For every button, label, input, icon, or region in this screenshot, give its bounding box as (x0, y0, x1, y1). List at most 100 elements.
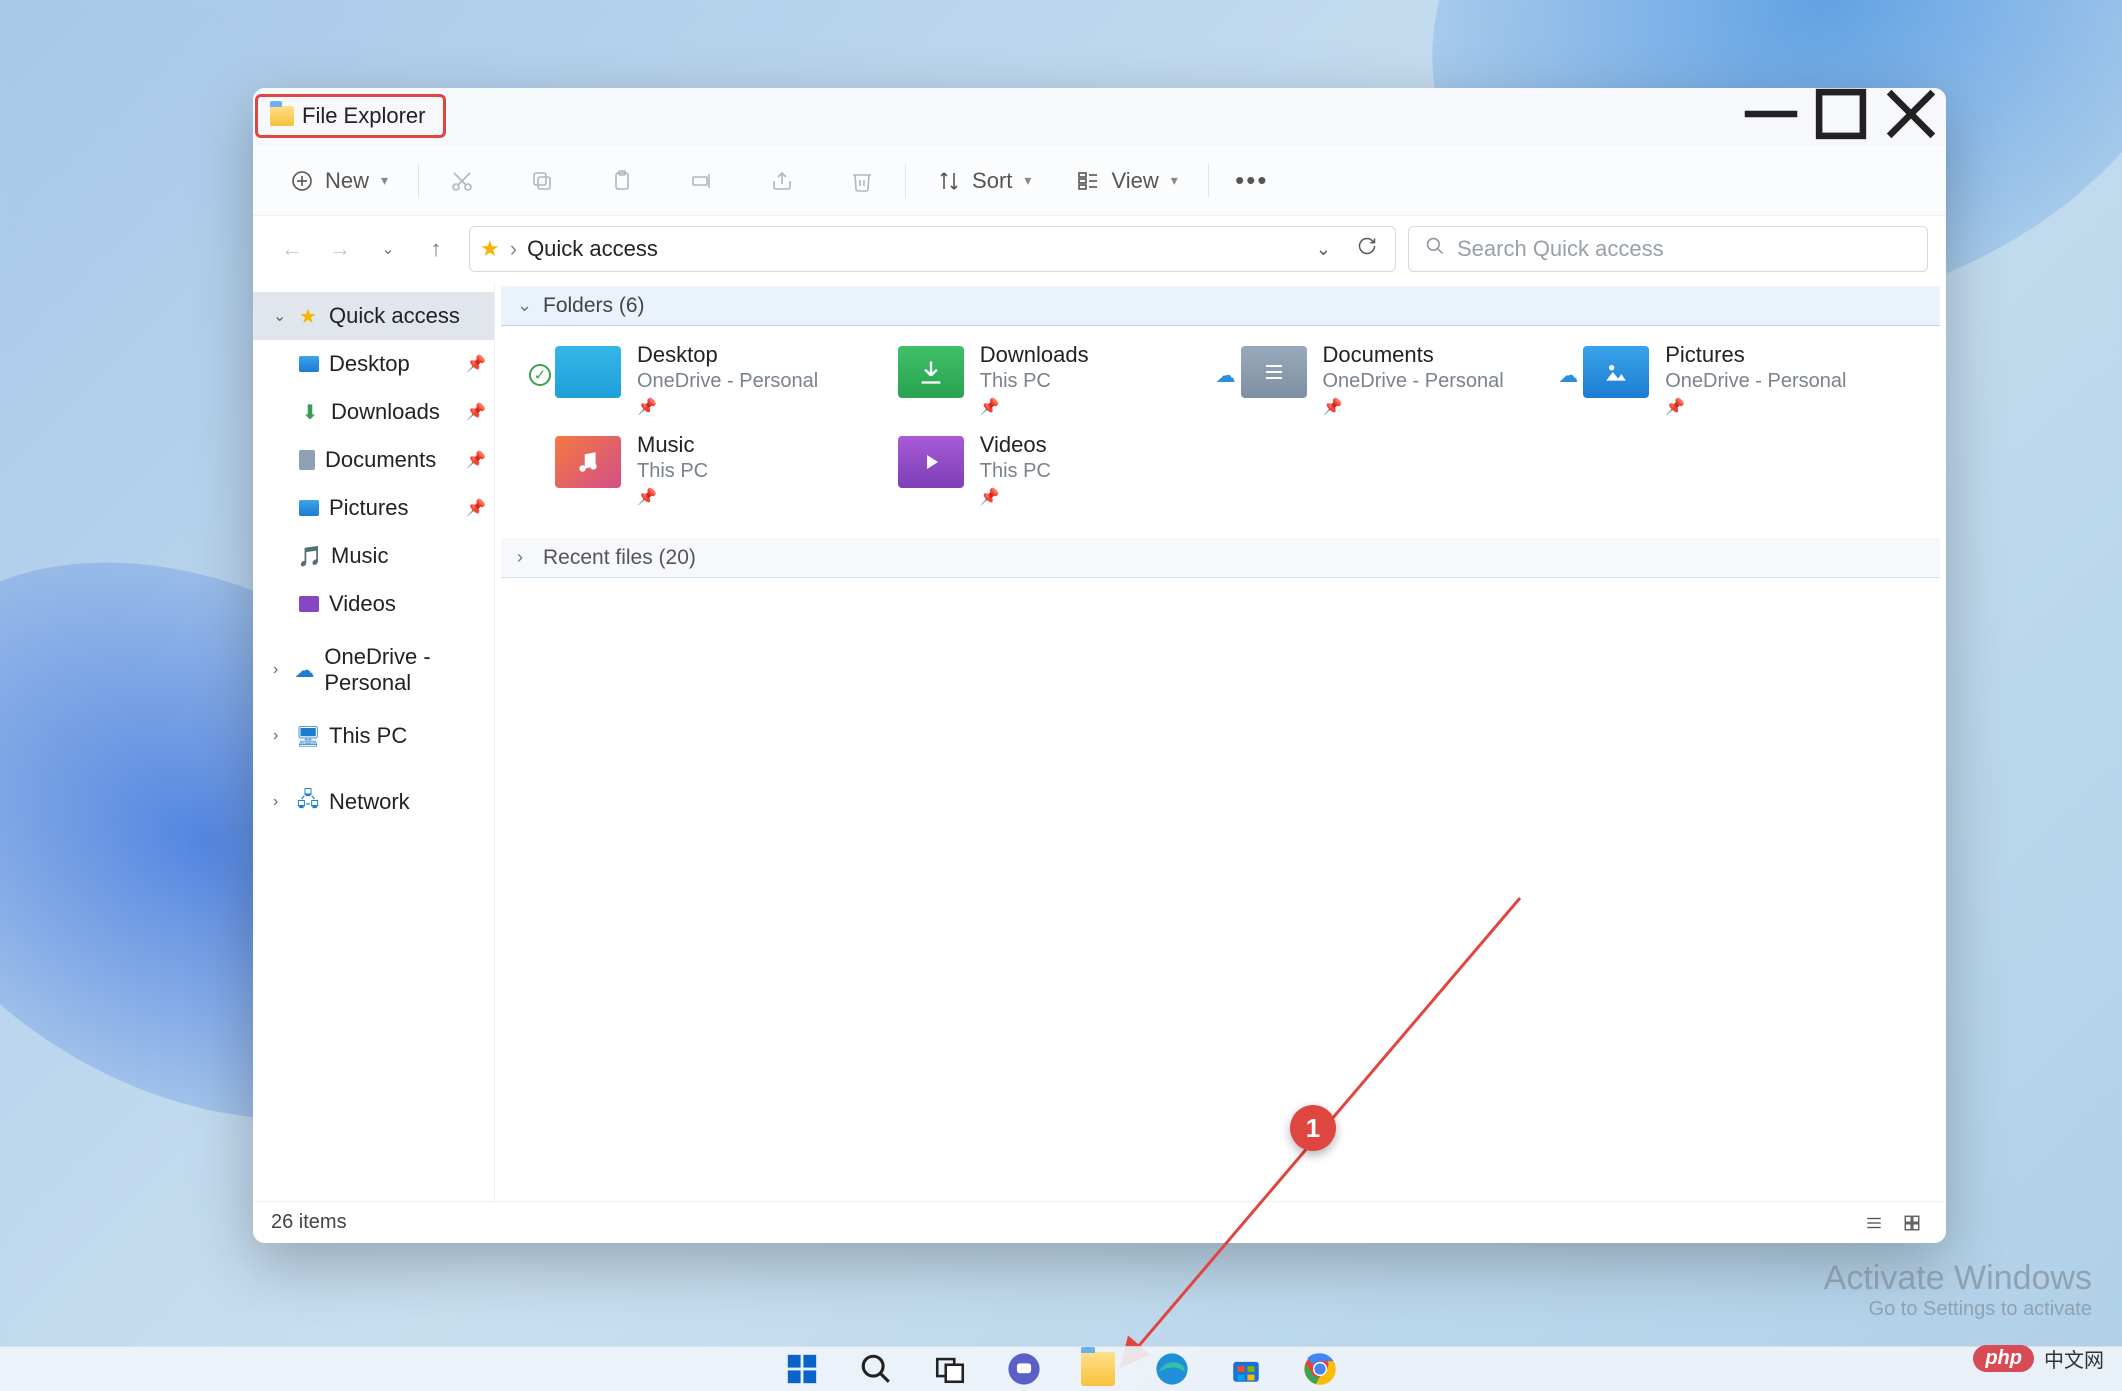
pin-icon: 📌 (1665, 397, 1846, 417)
folder-thumb (898, 436, 964, 488)
new-label: New (325, 168, 369, 194)
rename-button[interactable] (677, 162, 727, 200)
sidebar-label: Music (331, 543, 388, 569)
chat-button[interactable] (1004, 1349, 1044, 1389)
breadcrumb-current: Quick access (527, 236, 658, 262)
search-input[interactable] (1457, 236, 1911, 262)
sort-button[interactable]: Sort ▾ (924, 162, 1043, 200)
sidebar-item-quick-access[interactable]: ⌄ ★ Quick access (253, 292, 494, 340)
folder-item[interactable]: DownloadsThis PC📌 (898, 340, 1221, 420)
sidebar-label: Desktop (329, 351, 410, 377)
folder-item[interactable]: ☁PicturesOneDrive - Personal📌 (1583, 340, 1906, 420)
thumbnails-view-button[interactable] (1896, 1209, 1928, 1237)
refresh-button[interactable] (1349, 232, 1385, 266)
minimize-button[interactable] (1736, 88, 1806, 140)
folder-name: Desktop (637, 342, 818, 368)
chevron-right-icon: › (517, 547, 533, 568)
star-icon: ★ (480, 236, 500, 262)
search-button[interactable] (856, 1349, 896, 1389)
sidebar-item-videos[interactable]: Videos (253, 580, 494, 628)
sidebar-item-onedrive[interactable]: › ☁ OneDrive - Personal (253, 646, 494, 694)
copy-icon (529, 168, 555, 194)
chevron-down-icon: ⌄ (517, 295, 533, 316)
folder-item[interactable]: MusicThis PC📌 (555, 430, 878, 510)
cloud-icon: ☁ (1215, 364, 1237, 386)
folder-item[interactable]: ✓ DesktopOneDrive - Personal 📌 (555, 340, 878, 420)
plus-circle-icon (289, 168, 315, 194)
folder-name: Music (637, 432, 708, 458)
trash-icon (849, 168, 875, 194)
folder-thumb (555, 436, 621, 488)
address-bar[interactable]: ★ › Quick access ⌄ (469, 226, 1396, 272)
sort-label: Sort (972, 168, 1012, 194)
folder-thumb: ☁ (1583, 346, 1649, 398)
sidebar-item-network[interactable]: › 🖧 Network (253, 778, 494, 826)
group-header-folders[interactable]: ⌄ Folders (6) (501, 286, 1940, 326)
folder-location: OneDrive - Personal (637, 370, 818, 393)
group-header-recent[interactable]: › Recent files (20) (501, 538, 1940, 578)
item-count: 26 items (271, 1211, 347, 1234)
delete-button[interactable] (837, 162, 887, 200)
store-button[interactable] (1226, 1349, 1266, 1389)
chevron-down-icon: ▾ (1024, 172, 1031, 189)
pin-icon: 📌 (980, 397, 1089, 417)
folder-item[interactable]: VideosThis PC📌 (898, 430, 1221, 510)
annotation-marker: 1 (1290, 1105, 1336, 1151)
sidebar-item-downloads[interactable]: ⬇ Downloads 📌 (253, 388, 494, 436)
pin-icon: 📌 (466, 450, 486, 470)
maximize-button[interactable] (1806, 88, 1876, 140)
recent-locations-button[interactable]: ⌄ (373, 234, 403, 264)
chrome-button[interactable] (1300, 1349, 1340, 1389)
search-icon (1425, 236, 1445, 262)
watermark-title: Activate Windows (1824, 1259, 2092, 1298)
sidebar-item-desktop[interactable]: Desktop 📌 (253, 340, 494, 388)
new-button[interactable]: New ▾ (277, 162, 400, 200)
sidebar-item-pictures[interactable]: Pictures 📌 (253, 484, 494, 532)
forward-button[interactable]: → (325, 234, 355, 264)
folder-item[interactable]: ☁DocumentsOneDrive - Personal📌 (1241, 340, 1564, 420)
sort-icon (936, 168, 962, 194)
cut-button[interactable] (437, 162, 487, 200)
ellipsis-icon: ••• (1239, 168, 1265, 194)
folder-name: Downloads (980, 342, 1089, 368)
pin-icon: 📌 (637, 397, 818, 417)
rename-icon (689, 168, 715, 194)
up-button[interactable]: ↑ (421, 234, 451, 264)
window-title: File Explorer (302, 103, 425, 129)
address-dropdown-button[interactable]: ⌄ (1308, 235, 1339, 264)
breadcrumb-sep: › (510, 236, 517, 262)
sidebar-item-this-pc[interactable]: › 🖥 This PC (253, 712, 494, 760)
folder-location: This PC (980, 460, 1051, 483)
task-view-button[interactable] (930, 1349, 970, 1389)
sidebar-item-music[interactable]: 🎵 Music (253, 532, 494, 580)
edge-button[interactable] (1152, 1349, 1192, 1389)
sidebar-label: Documents (325, 447, 436, 473)
site-text: 中文网 (2044, 1344, 2104, 1373)
folder-thumb (898, 346, 964, 398)
close-button[interactable] (1876, 88, 1946, 140)
folder-thumb: ✓ (555, 346, 621, 398)
view-button[interactable]: View ▾ (1063, 162, 1189, 200)
folder-name: Documents (1323, 342, 1504, 368)
share-button[interactable] (757, 162, 807, 200)
share-icon (769, 168, 795, 194)
back-button[interactable]: ← (277, 234, 307, 264)
window-tab[interactable]: File Explorer (255, 94, 446, 138)
cloud-icon: ☁ (1557, 364, 1579, 386)
navigation-pane: ⌄ ★ Quick access Desktop 📌 ⬇ Downloads 📌… (253, 282, 495, 1201)
cut-icon (449, 168, 475, 194)
search-box[interactable] (1408, 226, 1928, 272)
file-explorer-taskbar-button[interactable] (1078, 1349, 1118, 1389)
sidebar-item-documents[interactable]: Documents 📌 (253, 436, 494, 484)
paste-button[interactable] (597, 162, 647, 200)
start-button[interactable] (782, 1349, 822, 1389)
more-button[interactable]: ••• (1227, 162, 1277, 200)
divider (1208, 164, 1209, 198)
copy-button[interactable] (517, 162, 567, 200)
details-view-button[interactable] (1858, 1209, 1890, 1237)
nav-row: ← → ⌄ ↑ ★ › Quick access ⌄ (253, 216, 1946, 282)
view-label: View (1111, 168, 1158, 194)
divider (905, 164, 906, 198)
monitor-icon: 🖥 (297, 725, 319, 747)
sidebar-label: Videos (329, 591, 396, 617)
